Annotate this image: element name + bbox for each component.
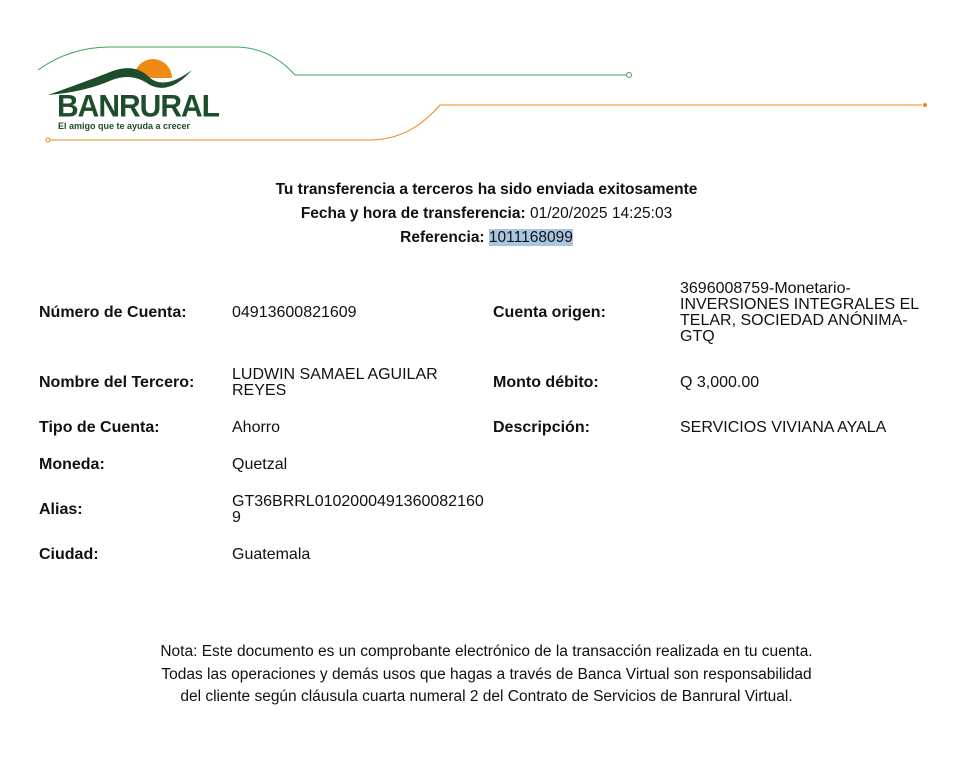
legal-note: Nota: Este documento es un comprobante e…: [160, 643, 813, 705]
reference-value: 1011168099: [488, 229, 573, 246]
origin-account-value: 3696008759-Monetario-INVERSIONES INTEGRA…: [680, 280, 919, 345]
third-party-name-value: LUDWIN SAMAEL AGUILAR REYES: [232, 366, 438, 399]
reference: Referencia: 1011168099: [400, 229, 573, 246]
third-party-name-label: Nombre del Tercero:: [39, 374, 195, 391]
account-type-label: Tipo de Cuenta:: [39, 419, 160, 436]
description-value: SERVICIOS VIVIANA AYALA: [680, 419, 887, 436]
currency-value: Quetzal: [232, 456, 288, 473]
green-line-end-icon: [626, 72, 632, 78]
header-decoration: [37, 46, 927, 143]
orange-line-end-icon: [923, 103, 927, 107]
currency-label: Moneda:: [39, 456, 105, 473]
transfer-datetime: Fecha y hora de transferencia: 01/20/202…: [300, 205, 673, 222]
alias-label: Alias:: [39, 501, 83, 518]
account-number-label: Número de Cuenta:: [39, 304, 187, 321]
debit-amount-value: Q 3,000.00: [680, 374, 760, 391]
logo-tagline: El amigo que te ayuda a crecer: [58, 121, 191, 131]
city-label: Ciudad:: [39, 546, 99, 563]
origin-account-label: Cuenta origen:: [493, 304, 606, 321]
debit-amount-label: Monto débito:: [493, 374, 599, 391]
logo-wordmark: BANRURAL: [57, 89, 220, 124]
description-label: Descripción:: [493, 419, 590, 436]
account-type-value: Ahorro: [232, 419, 281, 436]
city-value: Guatemala: [232, 546, 311, 563]
orange-line-start-icon: [45, 137, 51, 143]
confirmation-title: Tu transferencia a terceros ha sido envi…: [275, 181, 698, 198]
alias-value: GT36BRRL0102000491360082160 9: [232, 493, 484, 526]
account-number-value: 04913600821609: [232, 304, 357, 321]
